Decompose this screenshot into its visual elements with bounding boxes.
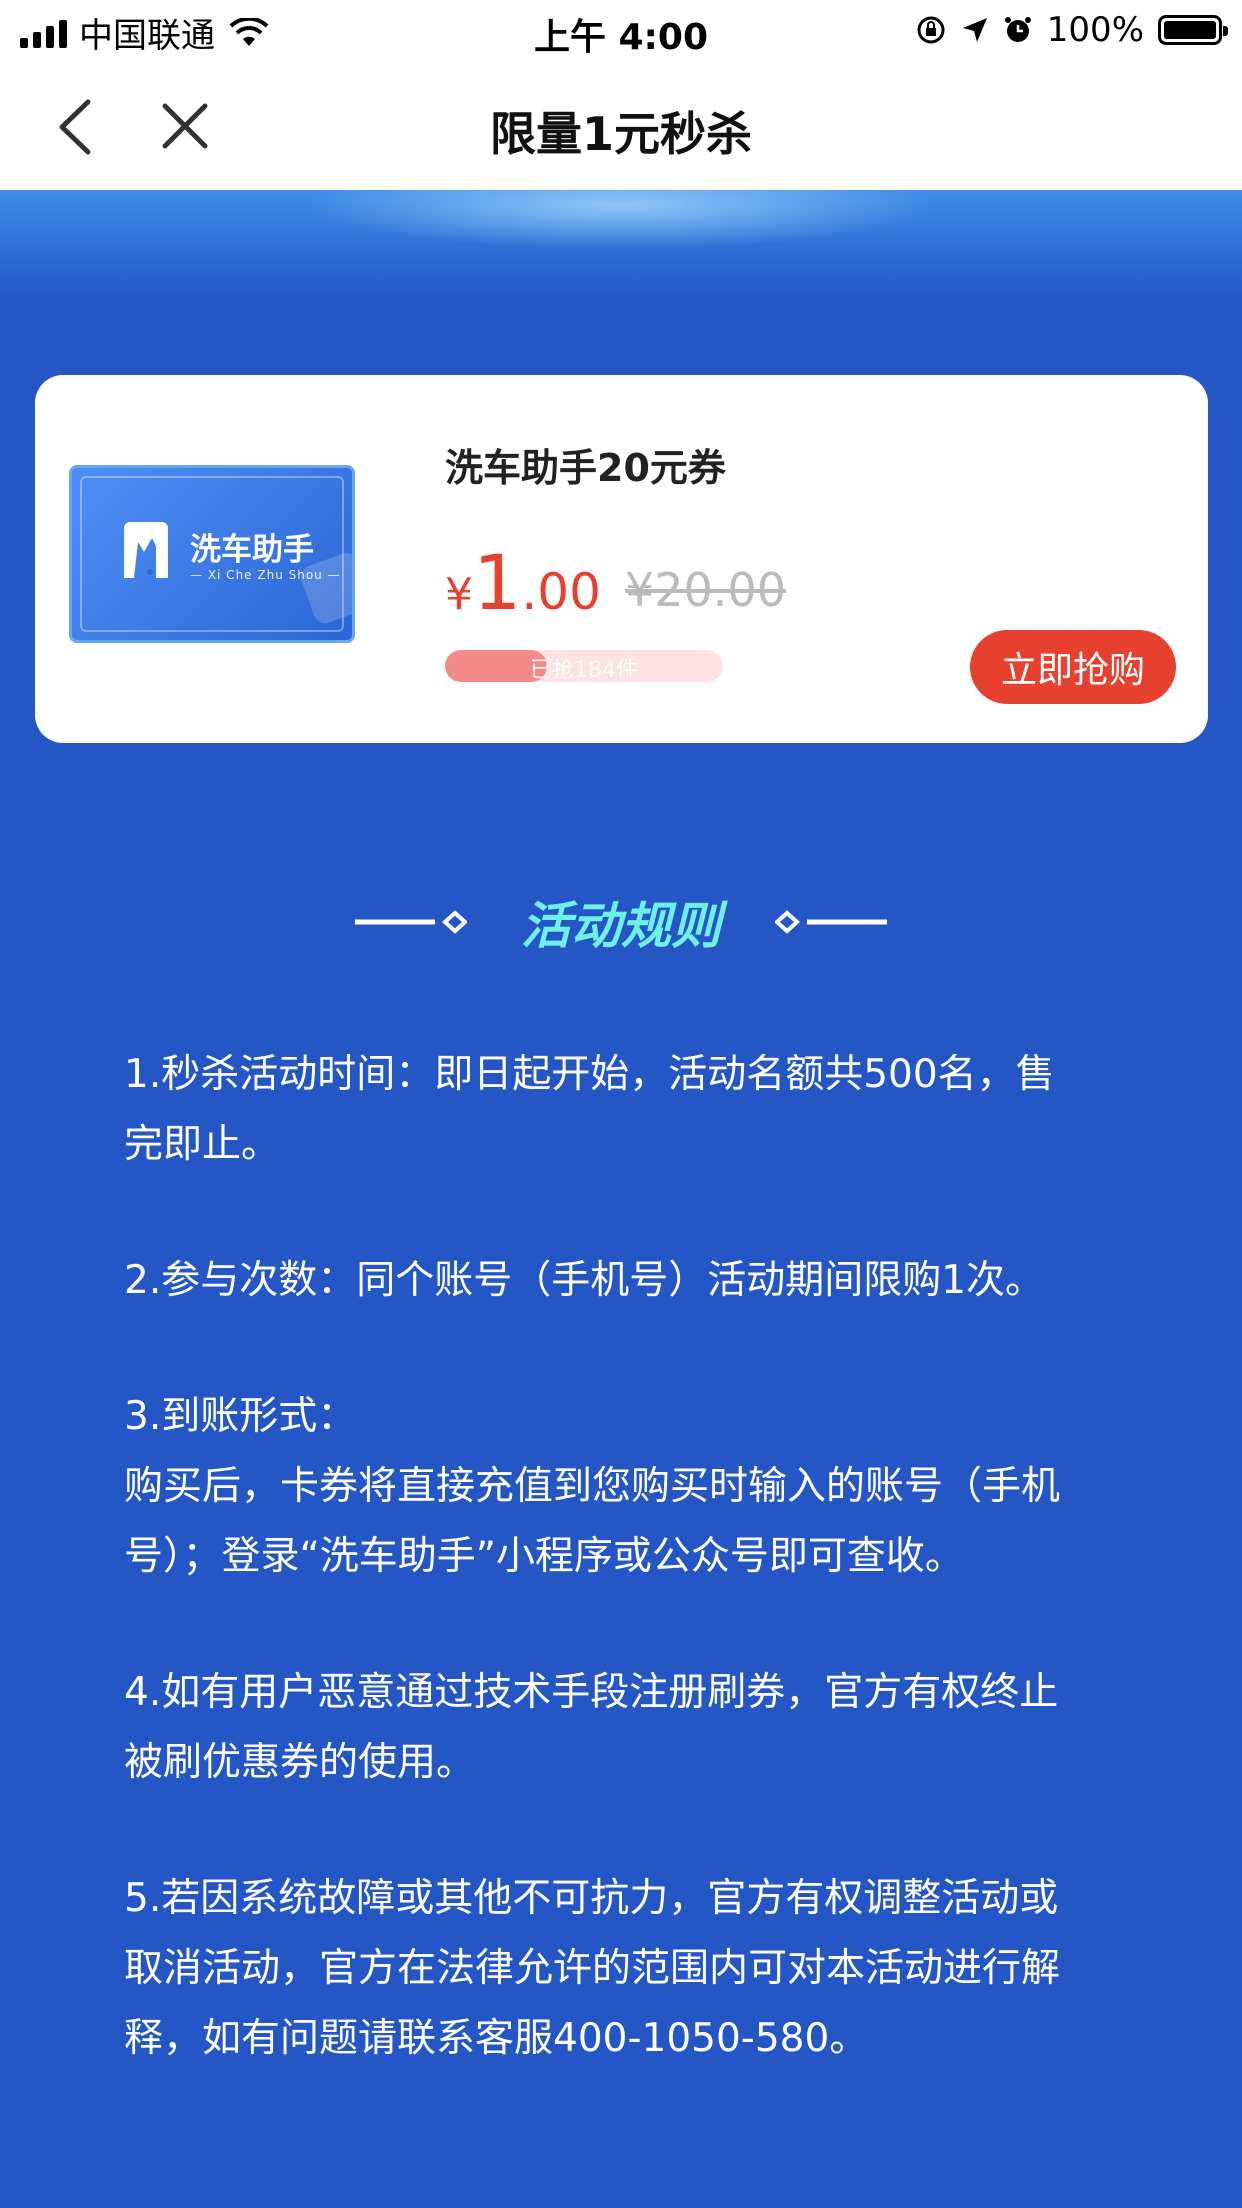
rule-line: 释，如有问题请联系客服400-1050-580。 [124, 2016, 869, 2061]
location-icon [962, 18, 987, 42]
product-thumbnail: 洗车助手 — Xi Che Zhu Shou — [69, 465, 355, 643]
product-title: 洗车助手20元券 [445, 446, 726, 490]
original-price: ¥20.00 [625, 563, 786, 617]
alarm-icon [1004, 17, 1031, 42]
price-decimal: .00 [521, 563, 601, 621]
banner-glow [300, 190, 940, 250]
battery-icon [1158, 15, 1228, 45]
rule-line: 号）；登录“洗车助手”小程序或公众号即可查收。 [124, 1534, 964, 1579]
status-right: 100% [915, 10, 1228, 50]
rule-item: 5.若因系统故障或其他不可抗力，官方有权调整活动或 取消活动，官方在法律允许的范… [124, 1864, 1124, 2074]
rule-line: 取消活动，官方在法律允许的范围内可对本活动进行解 [124, 1946, 1061, 1991]
product-card: 洗车助手 — Xi Che Zhu Shou — 洗车助手20元券 ¥ 1 .0… [35, 375, 1208, 743]
divider-right-icon [775, 910, 887, 934]
rules-list: 1.秒杀活动时间：即日起开始，活动名额共500名，售 完即止。 2.参与次数：同… [124, 1040, 1124, 2140]
rule-item: 4.如有用户恶意通过技术手段注册刷券，官方有权终止 被刷优惠券的使用。 [124, 1658, 1124, 1798]
status-bar: 中国联通 上午 4:00 100% [0, 0, 1242, 62]
battery-percent: 100% [1046, 10, 1144, 50]
rule-item: 1.秒杀活动时间：即日起开始，活动名额共500名，售 完即止。 [124, 1040, 1124, 1180]
rule-item: 2.参与次数：同个账号（手机号）活动期间限购1次。 [124, 1246, 1124, 1316]
rule-line: 3.到账形式： [124, 1394, 357, 1439]
rule-line: 2.参与次数：同个账号（手机号）活动期间限购1次。 [124, 1258, 1045, 1303]
rule-line: 4.如有用户恶意通过技术手段注册刷券，官方有权终止 [124, 1670, 1059, 1715]
price-integer: 1 [473, 538, 522, 627]
orientation-lock-icon [917, 16, 945, 44]
sold-progress-bar: 已抢184件 [445, 650, 723, 682]
rule-item: 3.到账形式： 购买后，卡券将直接充值到您购买时输入的账号（手机 号）；登录“洗… [124, 1382, 1124, 1592]
buy-now-button[interactable]: 立即抢购 [970, 630, 1176, 704]
rules-heading: 活动规则 [0, 880, 1242, 960]
rule-line: 完即止。 [124, 1122, 281, 1167]
price-currency: ¥ [445, 569, 473, 620]
rule-line: 5.若因系统故障或其他不可抗力，官方有权调整活动或 [124, 1876, 1059, 1921]
sale-price: ¥ 1 .00 [445, 538, 601, 627]
nav-bar: 限量1元秒杀 [0, 62, 1242, 190]
rules-title: 活动规则 [521, 897, 721, 955]
product-logo-icon [124, 522, 168, 578]
sold-progress-label: 已抢184件 [530, 658, 638, 682]
page-title: 限量1元秒杀 [489, 107, 752, 161]
rule-line: 被刷优惠券的使用。 [124, 1740, 476, 1785]
rule-line: 1.秒杀活动时间：即日起开始，活动名额共500名，售 [124, 1052, 1055, 1097]
thumb-brand-name: 洗车助手 [190, 532, 314, 568]
rule-line: 购买后，卡券将直接充值到您购买时输入的账号（手机 [124, 1464, 1061, 1509]
top-banner [0, 190, 1242, 300]
